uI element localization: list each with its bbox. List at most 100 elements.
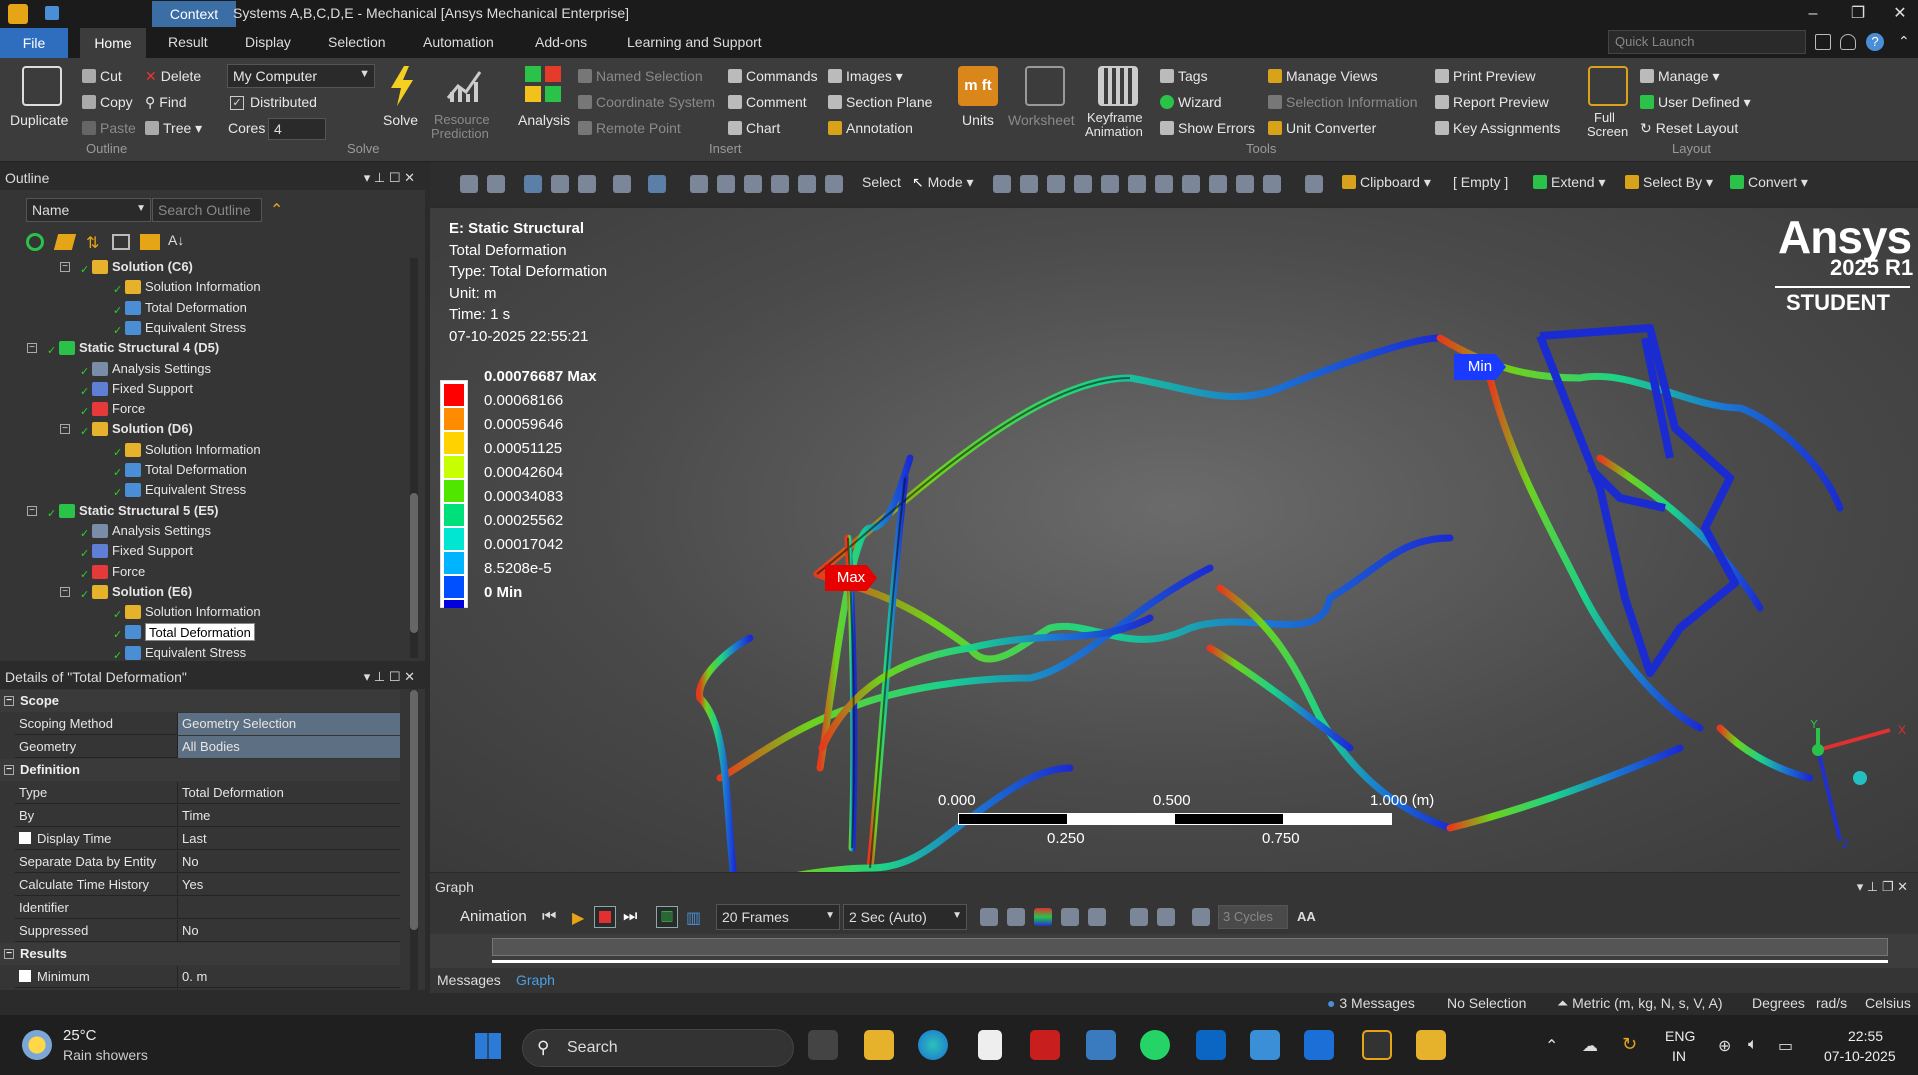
file-explorer-icon[interactable] — [864, 1030, 894, 1060]
tab-learning-support[interactable]: Learning and Support — [627, 34, 762, 50]
save-icon[interactable] — [45, 6, 59, 20]
print-preview-button[interactable]: Print Preview — [1435, 68, 1535, 84]
deformation-model[interactable] — [430, 208, 1918, 872]
select-vertex-icon[interactable] — [993, 175, 1011, 193]
edge-browser-icon[interactable] — [918, 1030, 948, 1060]
zoom-to-fit-icon[interactable] — [771, 175, 789, 193]
select-element-face-icon[interactable] — [1128, 175, 1146, 193]
weather-icon[interactable] — [22, 1030, 52, 1060]
tree-item[interactable]: Total Deformation — [145, 461, 247, 479]
network-icon[interactable]: ⊕ — [1718, 1036, 1731, 1056]
clipboard-dropdown[interactable]: Clipboard ▾ — [1342, 174, 1431, 191]
show-errors-button[interactable]: Show Errors — [1160, 120, 1255, 136]
tree-expander[interactable]: − — [60, 424, 70, 435]
frames-select[interactable]: 20 Frames ▼ — [716, 904, 840, 930]
full-label[interactable]: Full — [1594, 110, 1615, 125]
images-button[interactable]: Images ▾ — [828, 68, 903, 85]
analysis-button[interactable]: Analysis — [518, 112, 570, 128]
tab-result[interactable]: Result — [168, 34, 208, 50]
units-status[interactable]: ⏶ Metric (m, kg, N, s, V, A) — [1557, 995, 1723, 1012]
tree-expander[interactable]: − — [60, 586, 70, 597]
details-row[interactable]: Type Total Deformation — [15, 782, 400, 804]
details-row[interactable]: Identifier — [15, 897, 400, 919]
wireframe-view-icon[interactable] — [551, 175, 569, 193]
tags-button[interactable]: Tags — [1160, 68, 1208, 84]
display-edges-icon[interactable] — [578, 175, 596, 193]
distributed-checkbox[interactable]: ✓ — [230, 96, 244, 110]
tree-button[interactable]: Tree ▾ — [145, 120, 202, 137]
spaceclaim-icon[interactable] — [1416, 1030, 1446, 1060]
previous-view-icon[interactable] — [825, 175, 843, 193]
cycles-input[interactable]: 3 Cycles — [1218, 905, 1288, 929]
cores-input[interactable]: 4 — [268, 118, 326, 140]
tree-expander[interactable]: − — [60, 262, 70, 272]
convert-dropdown[interactable]: Convert ▾ — [1730, 174, 1808, 191]
tree-item[interactable]: Solution Information — [145, 441, 261, 459]
messages-status[interactable]: ● 3 Messages — [1327, 995, 1415, 1011]
curve-tool-icon[interactable] — [1088, 908, 1106, 926]
language-region[interactable]: IN — [1672, 1048, 1686, 1064]
keyframe-label[interactable]: Keyframe — [1087, 110, 1143, 125]
max-probe-label[interactable]: Max — [825, 565, 877, 591]
collapse-ribbon-icon[interactable]: ⌃ — [1898, 33, 1910, 50]
minimize-button[interactable]: – — [1795, 2, 1831, 26]
details-row[interactable]: Display Time Last — [15, 828, 400, 850]
named-selection-button[interactable]: Named Selection — [578, 68, 703, 84]
graph-toolbar-icon[interactable] — [1305, 175, 1323, 193]
outline-scrollbar[interactable] — [410, 258, 418, 658]
outline-column-select[interactable]: Name ▼ — [26, 198, 151, 222]
onedrive-icon[interactable]: ☁ — [1582, 1036, 1598, 1056]
tree-item[interactable]: Solution Information — [145, 603, 261, 621]
tree-item[interactable]: Equivalent Stress — [145, 644, 246, 662]
battery-icon[interactable]: ▭ — [1778, 1036, 1793, 1056]
solve-target-select[interactable]: My Computer ▼ — [227, 64, 375, 88]
taskbar-search[interactable]: ⚲ Search — [522, 1029, 794, 1067]
selection-information-button[interactable]: Selection Information — [1268, 94, 1418, 110]
clock-date[interactable]: 07-10-2025 — [1824, 1048, 1896, 1064]
cut-button[interactable]: Cut — [82, 68, 122, 84]
manage-views-button[interactable]: Manage Views — [1268, 68, 1378, 84]
tray-expand-icon[interactable]: ⌃ — [1545, 1036, 1558, 1056]
linkedin-icon[interactable] — [1196, 1030, 1226, 1060]
remote-point-button[interactable]: Remote Point — [578, 120, 681, 136]
animation-timeline[interactable] — [430, 934, 1918, 968]
tab-automation[interactable]: Automation — [423, 34, 494, 50]
color-legend-icon[interactable] — [1034, 908, 1052, 926]
export-video-icon[interactable] — [980, 908, 998, 926]
animation-label[interactable]: Animation — [1085, 124, 1143, 139]
tree-item[interactable]: Equivalent Stress — [145, 319, 246, 337]
extend-dropdown[interactable]: Extend ▾ — [1533, 174, 1606, 191]
prediction-label[interactable]: Prediction — [431, 126, 489, 141]
save-graph-icon[interactable] — [1157, 908, 1175, 926]
paste-button[interactable]: Paste — [82, 120, 136, 136]
next-frame-icon[interactable]: ⏭ — [623, 908, 637, 926]
context-tab[interactable]: Context — [152, 1, 236, 27]
tab-selection[interactable]: Selection — [328, 34, 386, 50]
tree-item[interactable]: Fixed Support — [112, 542, 193, 560]
zoom-graph-icon[interactable] — [1007, 908, 1025, 926]
select-mesh-icon[interactable] — [1182, 175, 1200, 193]
comment-button[interactable]: Comment — [728, 94, 807, 110]
tree-item[interactable]: Fixed Support — [112, 380, 193, 398]
distributed-frames-icon[interactable]: ▥ — [656, 906, 678, 928]
expand-all-icon[interactable] — [112, 234, 130, 250]
outline-search-input[interactable]: Search Outline — [152, 198, 262, 222]
whatsapp-icon[interactable] — [1140, 1030, 1170, 1060]
details-row[interactable]: By Time — [15, 805, 400, 827]
folder-icon[interactable] — [140, 234, 160, 250]
details-row[interactable]: Separate Data by Entity No — [15, 851, 400, 873]
close-window-button[interactable]: ✕ — [1882, 2, 1918, 26]
select-body-icon[interactable] — [1074, 175, 1092, 193]
commands-button[interactable]: Commands — [728, 68, 818, 84]
tree-item[interactable]: Analysis Settings — [112, 522, 211, 540]
details-row[interactable]: Maximum7.6687e-004 m — [15, 989, 400, 990]
tree-item[interactable]: Total Deformation — [145, 299, 247, 317]
graph-tool-icon[interactable] — [1061, 908, 1079, 926]
resource-label[interactable]: Resource — [434, 112, 490, 127]
duration-select[interactable]: 2 Sec (Auto) ▼ — [843, 904, 967, 930]
start-icon[interactable] — [475, 1033, 501, 1059]
select-face-icon[interactable] — [1047, 175, 1065, 193]
zoom-icon[interactable] — [717, 175, 735, 193]
quick-launch-input[interactable]: Quick Launch — [1608, 30, 1806, 54]
calculator-icon[interactable] — [1086, 1030, 1116, 1060]
